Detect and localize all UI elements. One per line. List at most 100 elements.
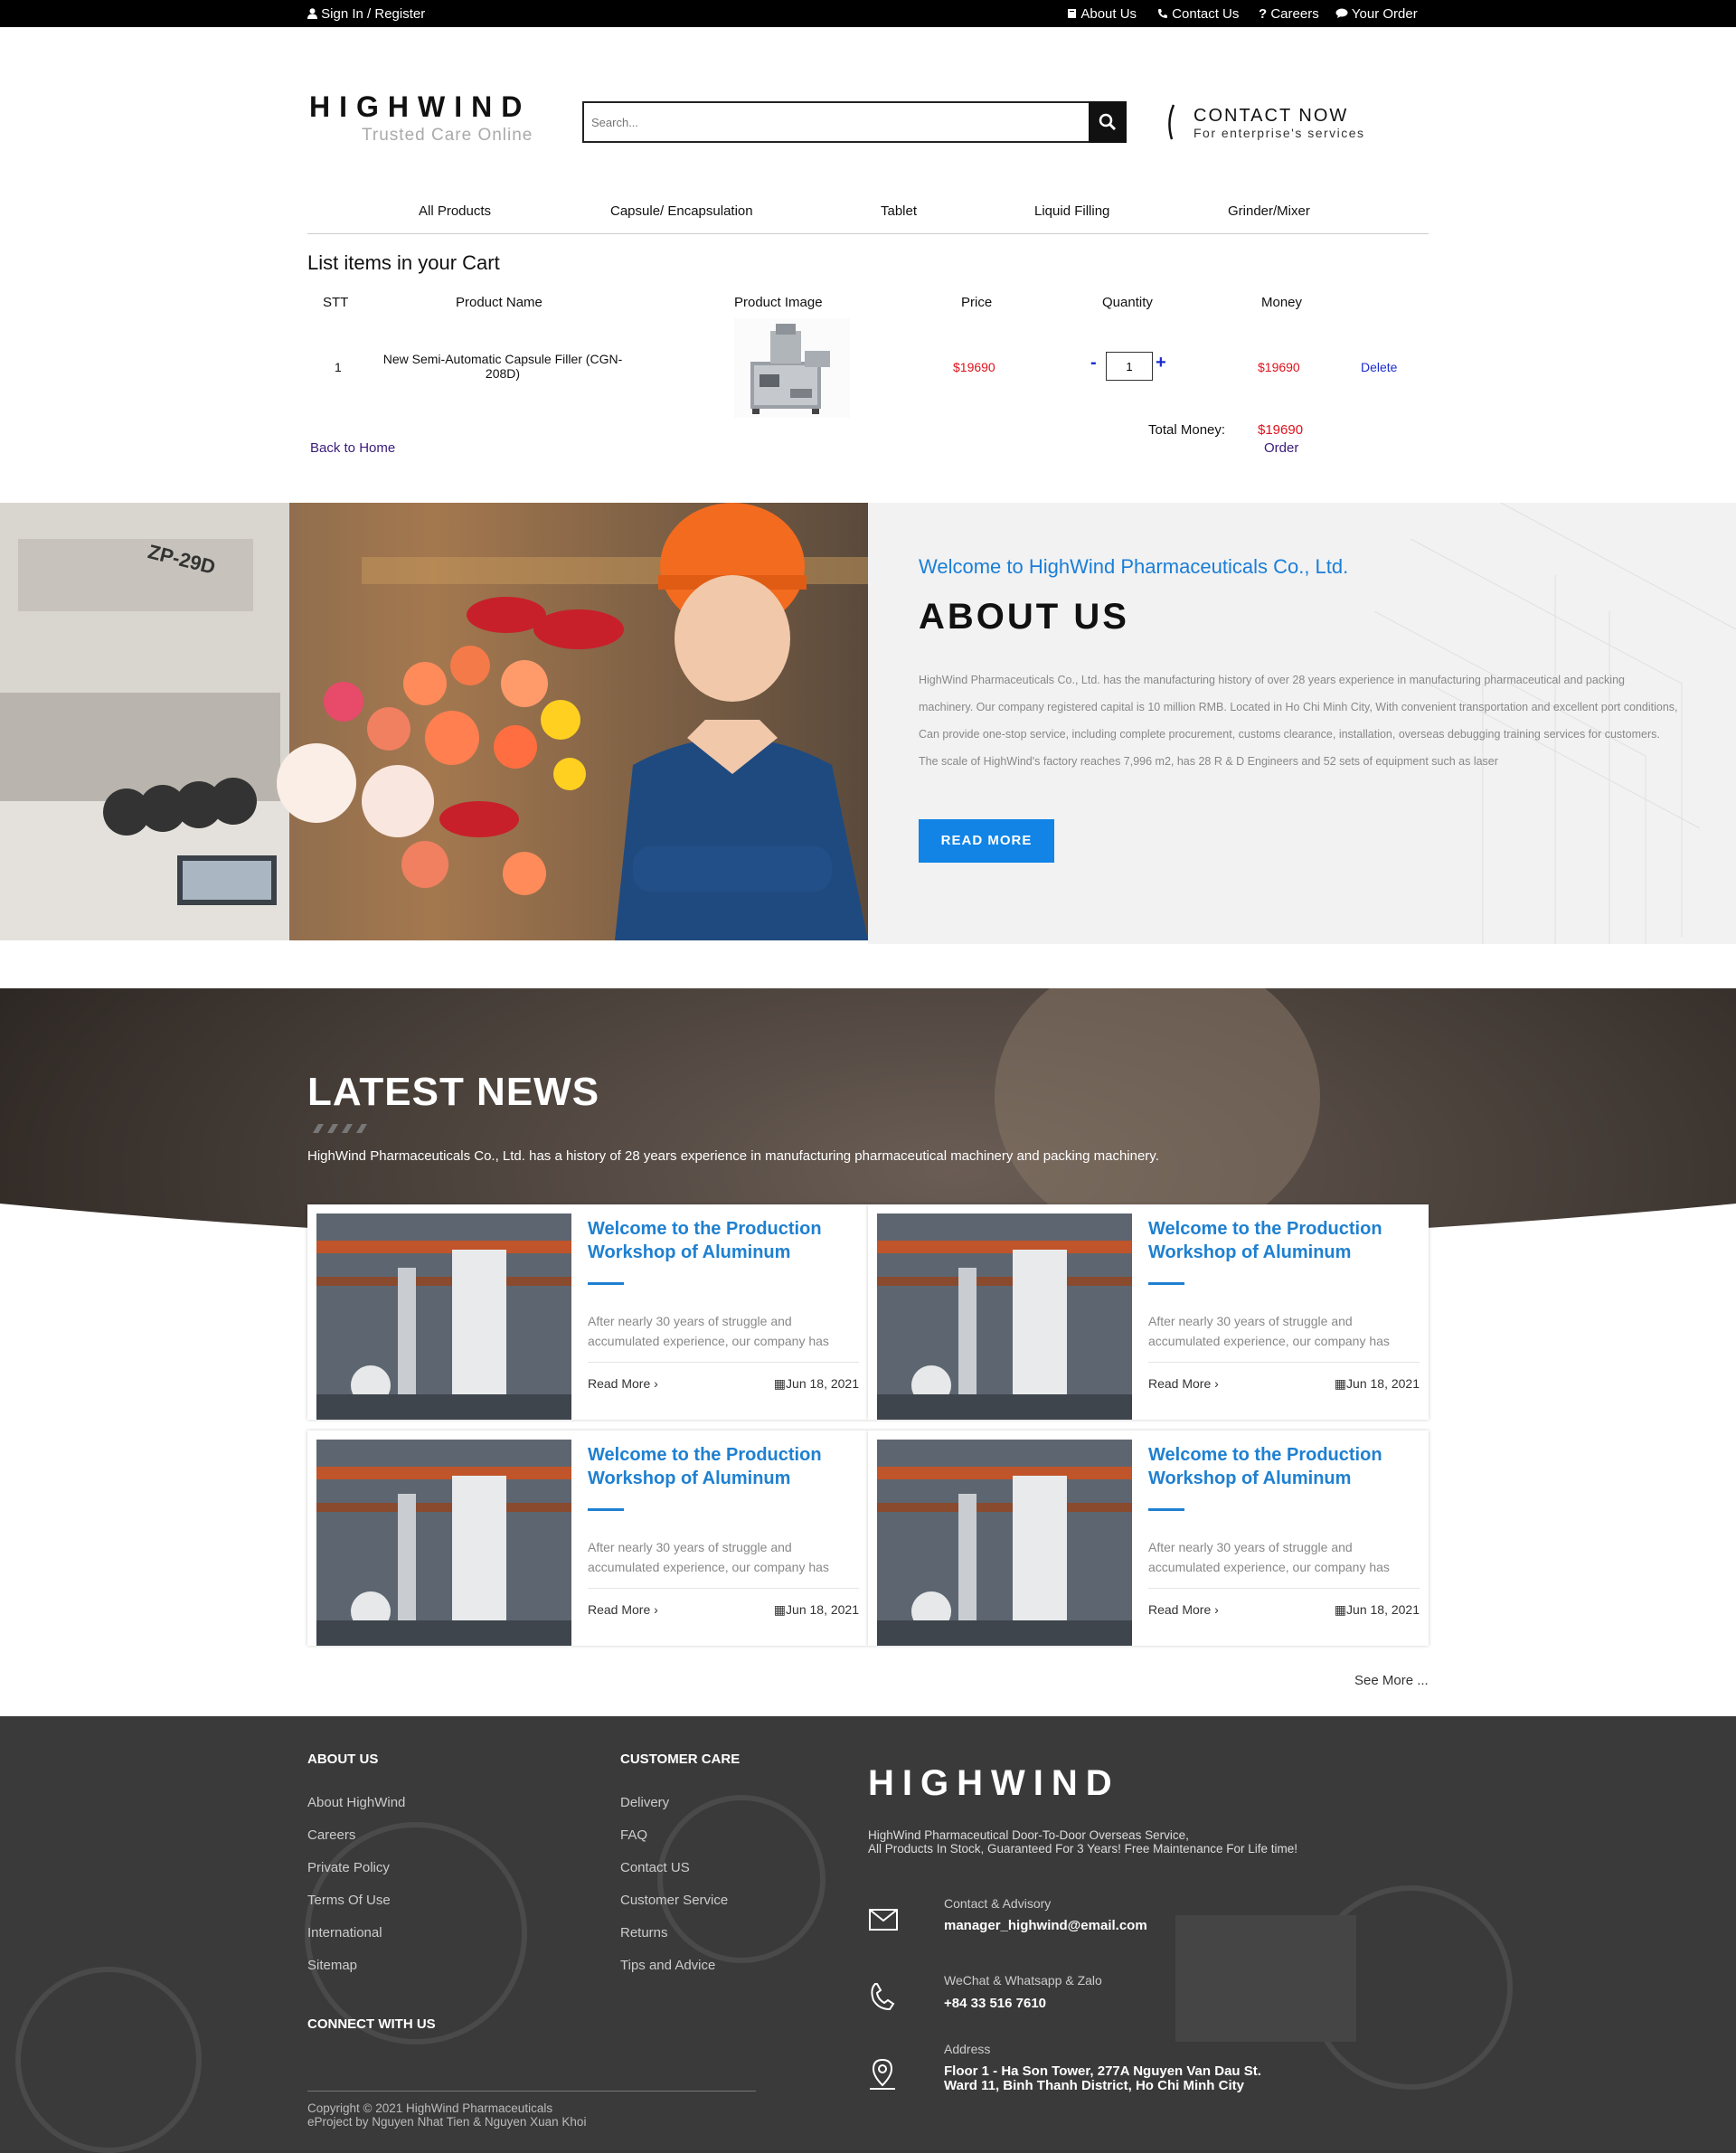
news-card[interactable]: Welcome to the Production Workshop of Al… [307,1431,868,1646]
quantity-minus-button[interactable]: - [1090,353,1097,373]
footer-desc-line2: All Products In Stock, Guaranteed For 3 … [868,1842,1297,1856]
news-card[interactable]: Welcome to the Production Workshop of Al… [868,1204,1429,1420]
news-card-image [877,1213,1132,1420]
order-link[interactable]: Order [1264,440,1298,456]
back-to-home-link[interactable]: Back to Home [310,440,395,456]
news-card-read-more[interactable]: Read More › [1148,1602,1219,1617]
product-thumbnail[interactable] [734,318,850,418]
delete-link[interactable]: Delete [1361,360,1397,374]
credit-text: eProject by Nguyen Nhat Tien & Nguyen Xu… [307,2115,587,2129]
col-stt: STT [323,295,349,310]
careers-link[interactable]: ? Careers [1259,6,1319,22]
footer-link-careers[interactable]: Careers [307,1827,355,1843]
footer-link-tips[interactable]: Tips and Advice [620,1958,715,1973]
news-card-read-more[interactable]: Read More › [588,1602,658,1617]
footer-copyright: Copyright © 2021 HighWind Pharmaceutical… [307,2101,586,2129]
envelope-icon [869,1909,898,1931]
title-dashes-icon [313,1124,367,1133]
news-card-read-more[interactable]: Read More › [588,1376,658,1391]
news-card-date: ▦Jun 18, 2021 [1335,1376,1420,1392]
contact-us-link[interactable]: Contact Us [1157,6,1239,22]
row-stt: 1 [335,360,342,374]
news-card-date: ▦Jun 18, 2021 [1335,1602,1420,1618]
footer-link-customer-service[interactable]: Customer Service [620,1893,728,1908]
about-text: HighWind Pharmaceuticals Co., Ltd. has t… [919,674,1678,768]
nav-tablet[interactable]: Tablet [881,203,917,219]
news-card-accent [588,1282,624,1285]
see-more-link[interactable]: See More ... [1354,1673,1429,1688]
search-box [582,101,1127,143]
news-card-divider [1148,1588,1420,1589]
footer-link-sitemap[interactable]: Sitemap [307,1958,357,1973]
footer-description: HighWind Pharmaceutical Door-To-Door Ove… [868,1828,1297,1856]
news-card-accent [588,1508,624,1511]
phone-icon [1158,9,1167,18]
row-price: $19690 [953,360,995,374]
news-card-title[interactable]: Welcome to the Production Workshop of Al… [1148,1443,1410,1490]
total-money-value: $19690 [1258,422,1304,438]
nav-capsule[interactable]: Capsule/ Encapsulation [610,203,753,219]
about-illustration [0,503,868,940]
news-card-image [877,1440,1132,1646]
footer-link-about-highwind[interactable]: About HighWind [307,1795,405,1810]
quantity-input[interactable] [1106,352,1153,381]
user-icon [307,8,317,19]
news-card-divider [588,1362,859,1363]
news-card-image [316,1213,571,1420]
search-button[interactable] [1089,101,1127,143]
read-more-button[interactable]: READ MORE [919,819,1054,863]
footer-link-returns[interactable]: Returns [620,1925,668,1941]
news-card[interactable]: Welcome to the Production Workshop of Al… [868,1431,1429,1646]
news-card-excerpt: After nearly 30 years of struggle and ac… [1148,1540,1390,1574]
news-card-title[interactable]: Welcome to the Production Workshop of Al… [588,1443,850,1490]
contact-email[interactable]: manager_highwind@email.com [944,1919,1147,1933]
quantity-plus-button[interactable]: + [1156,353,1166,373]
product-name-line2: 208D) [485,366,521,381]
footer-logo[interactable]: HIGHWIND [868,1763,1120,1804]
footer-link-private-policy[interactable]: Private Policy [307,1860,390,1875]
footer-link-contact-us[interactable]: Contact US [620,1860,690,1875]
nav-liquid-filling[interactable]: Liquid Filling [1034,203,1109,219]
book-icon [1068,9,1076,18]
row-money: $19690 [1258,360,1300,374]
sign-in-label: Sign In / Register [321,6,426,22]
copyright-text: Copyright © 2021 HighWind Pharmaceutical… [307,2101,553,2115]
contact-now-title[interactable]: CONTACT NOW [1194,106,1348,127]
col-price: Price [961,295,993,310]
news-title: LATEST NEWS [307,1070,600,1114]
news-card-date: ▦Jun 18, 2021 [774,1602,859,1618]
news-card-date-text: Jun 18, 2021 [786,1376,859,1391]
news-card-read-more[interactable]: Read More › [1148,1376,1219,1391]
footer-link-faq[interactable]: FAQ [620,1827,647,1843]
your-order-link[interactable]: Your Order [1335,6,1418,22]
calendar-icon: ▦ [773,1376,787,1391]
search-input[interactable] [591,112,1080,132]
news-card-title[interactable]: Welcome to the Production Workshop of Al… [1148,1217,1410,1264]
footer-link-delivery[interactable]: Delivery [620,1795,669,1810]
col-quantity: Quantity [1102,295,1153,310]
contact-now-subtitle: For enterprise's services [1194,126,1365,140]
site-tagline: Trusted Care Online [362,126,533,145]
sign-in-link[interactable]: Sign In / Register [307,6,425,22]
address-line2: Ward 11, Binh Thanh District, Ho Chi Min… [944,2078,1244,2093]
phone-number[interactable]: +84 33 516 7610 [944,1997,1046,2011]
nav-all-products[interactable]: All Products [419,203,491,219]
col-product-name: Product Name [456,295,542,310]
news-card-excerpt: After nearly 30 years of struggle and ac… [1148,1314,1390,1348]
main-nav: All Products Capsule/ Encapsulation Tabl… [307,194,1429,234]
news-description: HighWind Pharmaceuticals Co., Ltd. has a… [307,1148,1159,1164]
news-card-accent [1148,1282,1184,1285]
news-card-title[interactable]: Welcome to the Production Workshop of Al… [588,1217,850,1264]
site-logo[interactable]: HIGHWIND [309,90,531,124]
footer-link-terms[interactable]: Terms Of Use [307,1893,391,1908]
nav-grinder-mixer[interactable]: Grinder/Mixer [1228,203,1310,219]
top-bar: Sign In / Register About Us Contact Us ?… [0,0,1736,27]
about-us-label: About Us [1080,6,1137,22]
row-product-name[interactable]: New Semi-Automatic Capsule Filler (CGN- … [362,352,644,381]
footer-link-international[interactable]: International [307,1925,382,1941]
address-line1: Floor 1 - Ha Son Tower, 277A Nguyen Van … [944,2063,1261,2079]
contact-advisory-label: Contact & Advisory [944,1896,1052,1911]
news-card-date-text: Jun 18, 2021 [1346,1602,1420,1617]
about-us-link[interactable]: About Us [1067,6,1137,22]
news-card[interactable]: Welcome to the Production Workshop of Al… [307,1204,868,1420]
